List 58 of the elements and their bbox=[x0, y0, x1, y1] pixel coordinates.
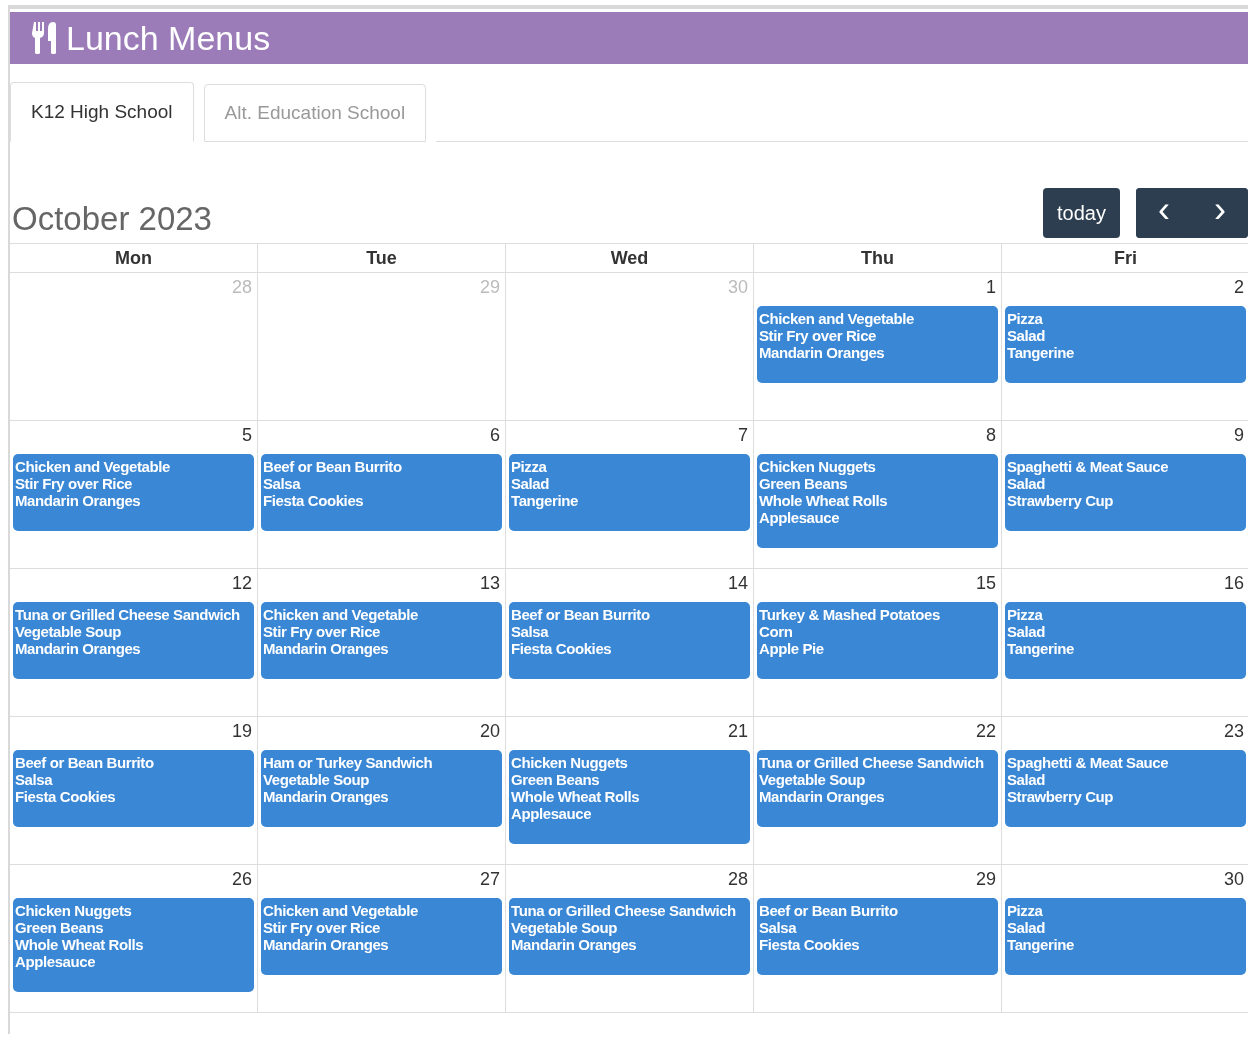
menu-event[interactable]: Tuna or Grilled Cheese Sandwich Vegetable Soup Mandarin Oranges bbox=[509, 898, 750, 975]
fork-knife-icon bbox=[32, 22, 56, 54]
weekday-header: Tue bbox=[258, 244, 506, 273]
menu-event[interactable]: Chicken and Vegetable Stir Fry over Rice Mandarin Oranges bbox=[261, 602, 502, 679]
menu-event[interactable]: Chicken Nuggets Green Beans Whole Wheat Rolls Applesauce bbox=[757, 454, 998, 548]
day-number: 29 bbox=[479, 277, 501, 298]
menu-event[interactable]: Beef or Bean Burrito Salsa Fiesta Cookies bbox=[261, 454, 502, 531]
weekday-header: Wed bbox=[506, 244, 754, 273]
menu-event[interactable]: Chicken and Vegetable Stir Fry over Rice Mandarin Oranges bbox=[261, 898, 502, 975]
day-number: 21 bbox=[727, 721, 749, 742]
day-number: 15 bbox=[975, 573, 997, 594]
day-number: 6 bbox=[490, 425, 501, 446]
menu-event[interactable]: Chicken Nuggets Green Beans Whole Wheat Rolls Applesauce bbox=[509, 750, 750, 844]
menu-event[interactable]: Chicken and Vegetable Stir Fry over Rice Mandarin Oranges bbox=[757, 306, 998, 383]
day-number: 16 bbox=[1223, 573, 1245, 594]
day-number: 9 bbox=[1234, 425, 1245, 446]
menu-event[interactable]: Chicken and Vegetable Stir Fry over Rice Mandarin Oranges bbox=[13, 454, 254, 531]
menu-event[interactable]: Chicken Nuggets Green Beans Whole Wheat Rolls Applesauce bbox=[13, 898, 254, 992]
day-number: 30 bbox=[1223, 869, 1245, 890]
day-number: 5 bbox=[242, 425, 253, 446]
menu-event[interactable]: Spaghetti & Meat Sauce Salad Strawberry Cup bbox=[1005, 454, 1246, 531]
day-number: 27 bbox=[479, 869, 501, 890]
menu-event[interactable]: Pizza Salad Tangerine bbox=[1005, 306, 1246, 383]
day-number: 29 bbox=[975, 869, 997, 890]
day-number: 8 bbox=[986, 425, 997, 446]
menu-event[interactable]: Tuna or Grilled Cheese Sandwich Vegetable Soup Mandarin Oranges bbox=[13, 602, 254, 679]
day-number: 28 bbox=[231, 277, 253, 298]
menu-event[interactable]: Pizza Salad Tangerine bbox=[509, 454, 750, 531]
day-number: 23 bbox=[1223, 721, 1245, 742]
menu-event[interactable]: Spaghetti & Meat Sauce Salad Strawberry Cup bbox=[1005, 750, 1246, 827]
menu-event[interactable]: Beef or Bean Burrito Salsa Fiesta Cookies bbox=[757, 898, 998, 975]
page-title: Lunch Menus bbox=[66, 18, 271, 58]
day-number: 28 bbox=[727, 869, 749, 890]
day-number: 2 bbox=[1234, 277, 1245, 298]
day-number: 26 bbox=[231, 869, 253, 890]
menu-event[interactable]: Tuna or Grilled Cheese Sandwich Vegetable Soup Mandarin Oranges bbox=[757, 750, 998, 827]
day-number: 12 bbox=[231, 573, 253, 594]
month-title: October 2023 bbox=[11, 200, 212, 238]
menu-event[interactable]: Beef or Bean Burrito Salsa Fiesta Cookies bbox=[13, 750, 254, 827]
today-button[interactable]: today bbox=[1043, 188, 1120, 238]
weekday-header: Fri bbox=[1002, 244, 1248, 273]
day-number: 19 bbox=[231, 721, 253, 742]
day-number: 13 bbox=[479, 573, 501, 594]
menu-event[interactable]: Pizza Salad Tangerine bbox=[1005, 602, 1246, 679]
weekday-header: Thu bbox=[754, 244, 1002, 273]
day-number: 30 bbox=[727, 277, 749, 298]
school-tab[interactable]: Alt. Education School bbox=[203, 84, 427, 142]
menu-event[interactable]: Pizza Salad Tangerine bbox=[1005, 898, 1246, 975]
weekday-header: Mon bbox=[10, 244, 258, 273]
menu-event[interactable]: Turkey & Mashed Potatoes Corn Apple Pie bbox=[757, 602, 998, 679]
day-number: 22 bbox=[975, 721, 997, 742]
menu-event[interactable]: Ham or Turkey Sandwich Vegetable Soup Mandarin Oranges bbox=[261, 750, 502, 827]
day-number: 14 bbox=[727, 573, 749, 594]
menu-event[interactable]: Beef or Bean Burrito Salsa Fiesta Cookies bbox=[509, 602, 750, 679]
day-number: 7 bbox=[738, 425, 749, 446]
day-number: 20 bbox=[479, 721, 501, 742]
day-number: 1 bbox=[986, 277, 997, 298]
school-tab[interactable]: K12 High School bbox=[10, 82, 194, 142]
